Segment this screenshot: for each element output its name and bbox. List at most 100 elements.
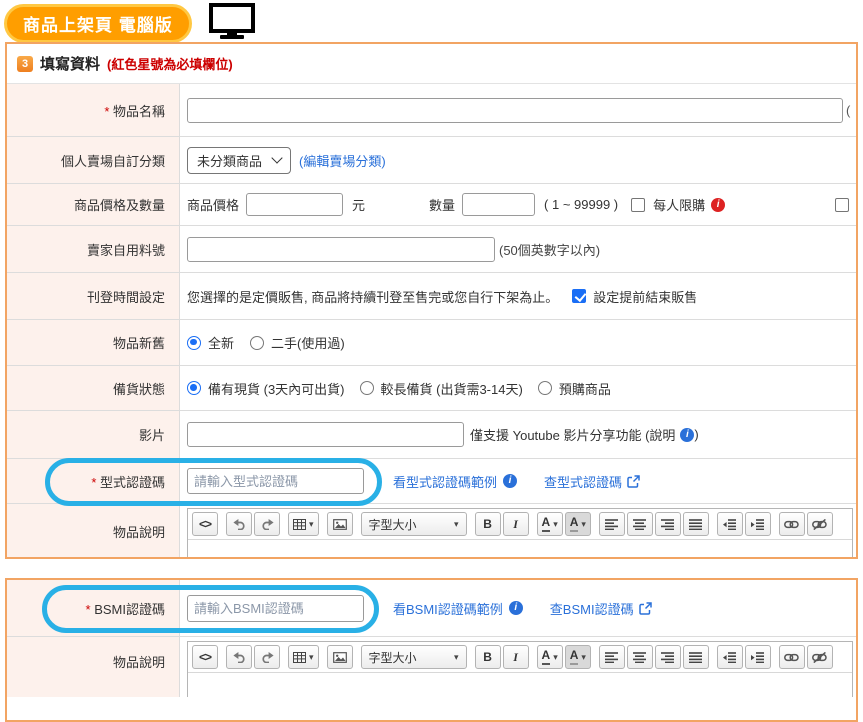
- highlight-color-button[interactable]: A▾: [565, 512, 591, 536]
- fill-info-panel: 3 填寫資料 (紅色星號為必填欄位) 物品名稱 ( 個人賣場自訂分類 未分類商品…: [5, 42, 858, 559]
- category-label: 個人賣場自訂分類: [7, 137, 180, 183]
- editor-toolbar: <> ▾ 字型大小▾ BI A▾A▾: [188, 509, 852, 540]
- category-selected-value: 未分類商品: [197, 151, 262, 170]
- insert-image-button[interactable]: [327, 645, 353, 669]
- row-type-cert: 型式認證碼 看型式認證碼範例 查型式認證碼: [7, 459, 856, 504]
- condition-used-label: 二手(使用過): [271, 333, 345, 352]
- stock-longer-radio[interactable]: [360, 381, 374, 395]
- per-person-info-icon[interactable]: [711, 198, 725, 212]
- link-button[interactable]: [779, 645, 805, 669]
- font-size-select[interactable]: 字型大小▾: [361, 512, 467, 536]
- italic-button[interactable]: I: [503, 512, 529, 536]
- sku-hint: (50個英數字以內): [499, 240, 600, 259]
- align-left-button[interactable]: [599, 512, 625, 536]
- source-code-button[interactable]: <>: [192, 512, 218, 536]
- external-link-icon: [627, 475, 640, 488]
- video-hint: 僅支援 Youtube 影片分享功能 (說明: [470, 425, 675, 444]
- condition-new-label: 全新: [208, 333, 234, 352]
- right-edge-checkbox[interactable]: [835, 198, 849, 212]
- indent-button[interactable]: [745, 645, 771, 669]
- type-cert-input[interactable]: [187, 468, 364, 494]
- table-button[interactable]: ▾: [288, 512, 319, 536]
- condition-label: 物品新舊: [7, 320, 180, 365]
- condition-used-radio[interactable]: [250, 336, 264, 350]
- quantity-input[interactable]: [462, 193, 535, 216]
- undo-button[interactable]: [226, 512, 252, 536]
- per-person-limit-label: 每人限購: [653, 195, 705, 214]
- align-right-button[interactable]: [655, 645, 681, 669]
- sku-input[interactable]: [187, 237, 495, 262]
- type-cert-example-info-icon[interactable]: [503, 474, 517, 488]
- description-editor[interactable]: <> ▾ 字型大小▾ BI A▾A▾: [187, 508, 853, 558]
- video-label: 影片: [7, 411, 180, 458]
- row-condition: 物品新舊 全新 二手(使用過): [7, 320, 856, 366]
- insert-image-button[interactable]: [327, 512, 353, 536]
- link-button[interactable]: [779, 512, 805, 536]
- unlink-button[interactable]: [807, 645, 833, 669]
- item-name-input[interactable]: [187, 98, 843, 123]
- bsmi-input[interactable]: [187, 595, 364, 622]
- item-name-suffix: (: [846, 103, 850, 118]
- editor-toolbar: <> ▾ 字型大小▾ BI A▾A▾: [188, 642, 852, 673]
- description-editor[interactable]: <> ▾ 字型大小▾ BI A▾A▾: [187, 641, 853, 697]
- step-number-icon: 3: [17, 56, 33, 72]
- edit-category-link[interactable]: (編輯賣場分類): [299, 151, 386, 170]
- stock-longer-label: 較長備貨 (出貨需3-14天): [381, 379, 523, 398]
- row-bsmi: BSMI認證碼 看BSMI認證碼範例 查BSMI認證碼: [7, 580, 856, 637]
- per-person-limit-checkbox[interactable]: [631, 198, 645, 212]
- video-input[interactable]: [187, 422, 464, 447]
- quantity-label: 數量: [429, 195, 455, 214]
- quantity-range: ( 1 ~ 99999 ): [544, 197, 618, 212]
- publish-time-label: 刊登時間設定: [7, 273, 180, 319]
- stock-preorder-label: 預購商品: [559, 379, 611, 398]
- redo-button[interactable]: [254, 512, 280, 536]
- row-video: 影片 僅支援 Youtube 影片分享功能 (說明 ): [7, 411, 856, 459]
- type-cert-query-link[interactable]: 查型式認證碼: [544, 472, 622, 491]
- italic-button[interactable]: I: [503, 645, 529, 669]
- video-help-info-icon[interactable]: [680, 428, 694, 442]
- font-size-select[interactable]: 字型大小▾: [361, 645, 467, 669]
- stock-preorder-radio[interactable]: [538, 381, 552, 395]
- condition-new-radio[interactable]: [187, 336, 201, 350]
- row-price-qty: 商品價格及數量 商品價格 元 數量 ( 1 ~ 99999 ) 每人限購: [7, 184, 856, 226]
- category-select[interactable]: 未分類商品: [187, 147, 291, 174]
- align-justify-button[interactable]: [683, 645, 709, 669]
- align-center-button[interactable]: [627, 512, 653, 536]
- type-cert-example-link[interactable]: 看型式認證碼範例: [393, 472, 497, 491]
- text-color-button[interactable]: A▾: [537, 512, 563, 536]
- required-note: (紅色星號為必填欄位): [107, 54, 233, 73]
- type-cert-label: 型式認證碼: [7, 459, 180, 503]
- bsmi-example-info-icon[interactable]: [509, 601, 523, 615]
- stock-instock-label: 備有現貨 (3天內可出貨): [208, 379, 345, 398]
- row-stock: 備貨狀態 備有現貨 (3天內可出貨) 較長備貨 (出貨需3-14天) 預購商品: [7, 366, 856, 411]
- bsmi-example-link[interactable]: 看BSMI認證碼範例: [393, 599, 503, 618]
- redo-button[interactable]: [254, 645, 280, 669]
- source-code-button[interactable]: <>: [192, 645, 218, 669]
- price-qty-label: 商品價格及數量: [7, 184, 180, 225]
- chevron-down-icon: [271, 152, 282, 163]
- unlink-button[interactable]: [807, 512, 833, 536]
- bsmi-query-link[interactable]: 查BSMI認證碼: [550, 599, 634, 618]
- panel-header: 3 填寫資料 (紅色星號為必填欄位): [7, 44, 856, 84]
- undo-button[interactable]: [226, 645, 252, 669]
- align-center-button[interactable]: [627, 645, 653, 669]
- early-end-checkbox[interactable]: [572, 289, 586, 303]
- outdent-button[interactable]: [717, 645, 743, 669]
- publish-time-text: 您選擇的是定價販售, 商品將持續刊登至售完或您自行下架為止。: [187, 287, 558, 306]
- highlight-color-button[interactable]: A▾: [565, 645, 591, 669]
- outdent-button[interactable]: [717, 512, 743, 536]
- price-input[interactable]: [246, 193, 343, 216]
- row-description: 物品說明 <>▾字型大小▾BIA▾A▾: [7, 504, 856, 558]
- stock-instock-radio[interactable]: [187, 381, 201, 395]
- align-left-button[interactable]: [599, 645, 625, 669]
- indent-button[interactable]: [745, 512, 771, 536]
- align-right-button[interactable]: [655, 512, 681, 536]
- table-button[interactable]: ▾: [288, 645, 319, 669]
- description-label: 物品說明: [7, 637, 180, 697]
- align-justify-button[interactable]: [683, 512, 709, 536]
- bold-button[interactable]: B: [475, 512, 501, 536]
- bold-button[interactable]: B: [475, 645, 501, 669]
- video-hint-close: ): [694, 427, 698, 442]
- row-category: 個人賣場自訂分類 未分類商品 (編輯賣場分類): [7, 137, 856, 184]
- text-color-button[interactable]: A▾: [537, 645, 563, 669]
